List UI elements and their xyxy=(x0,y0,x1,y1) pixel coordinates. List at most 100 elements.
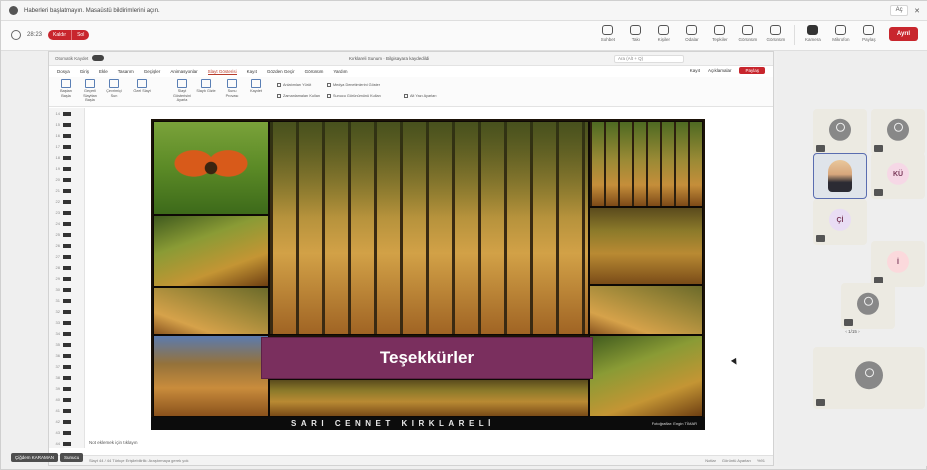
participant-tile-large[interactable] xyxy=(813,347,925,409)
slide-number: 34 xyxy=(55,331,60,336)
check-use-timings[interactable]: Zamanlamaları Kullan xyxy=(277,94,320,98)
participant-tile[interactable]: KÜ xyxy=(871,153,925,199)
ribbon-rehearse[interactable]: Sunu Provası xyxy=(221,79,243,98)
slide-thumbnail[interactable]: 33 xyxy=(49,317,84,328)
rooms-button[interactable]: Odalar xyxy=(678,23,706,42)
check-presenter-view[interactable]: Sunucu Görünümünü Kullan xyxy=(327,94,381,98)
ribbon-record[interactable]: Kaydet xyxy=(245,79,267,94)
record-tab-button[interactable]: Kayıt xyxy=(690,68,700,73)
notes-button[interactable]: Takı xyxy=(622,23,650,42)
chat-button[interactable]: Sohbet xyxy=(594,23,622,42)
tab-ekle[interactable]: Ekle xyxy=(99,69,108,74)
slide-thumbnail[interactable]: 41 xyxy=(49,405,84,416)
slide-thumbnails-panel[interactable]: 14 15 16 17 18 19 20 21 22 23 24 25 26 27 28 29 30 31 32 33… xyxy=(49,108,85,448)
participant-video-tile[interactable] xyxy=(813,153,867,199)
slide-thumbnail[interactable]: 31 xyxy=(49,295,84,306)
slide-thumbnail[interactable]: 44 xyxy=(49,438,84,449)
slide-thumbnail[interactable]: 15 xyxy=(49,119,84,130)
ribbon-present-online[interactable]: Çevrimiçi Sun xyxy=(103,79,125,98)
slide-thumbnail[interactable]: 25 xyxy=(49,229,84,240)
slide-thumbnail[interactable]: 30 xyxy=(49,284,84,295)
notes-toggle[interactable]: Notlar xyxy=(705,458,716,463)
leave-button[interactable]: Ayrıl xyxy=(888,27,918,41)
slide-thumbnail[interactable]: 20 xyxy=(49,174,84,185)
slide-canvas[interactable]: Teşekkürler SARI CENNET KIRKLARELİ Fotoğ… xyxy=(151,119,705,430)
subtitle-settings[interactable]: Alt Yazı Ayarları xyxy=(404,94,437,98)
ribbon-hide-slide[interactable]: Slaytı Gizle xyxy=(195,79,217,94)
search-input[interactable]: Ara (Alt + Q) xyxy=(614,55,684,63)
slide-thumbnail[interactable]: 24 xyxy=(49,218,84,229)
mic-button[interactable]: Mikrofon xyxy=(827,23,855,42)
recording-control[interactable]: Kaldır Sol xyxy=(48,30,90,40)
people-button[interactable]: Kişiler xyxy=(650,23,678,42)
notes-placeholder[interactable]: Not eklemek için tıklayın xyxy=(89,440,138,445)
view-button[interactable]: Görünüm xyxy=(734,23,762,42)
camera-button[interactable]: Kamera xyxy=(799,23,827,42)
tab-gecisler[interactable]: Geçişler xyxy=(144,69,161,74)
reactions-button[interactable]: Tepkiler xyxy=(706,23,734,42)
participant-tile[interactable] xyxy=(841,283,895,329)
recording-label-a[interactable]: Kaldır xyxy=(48,30,72,40)
participants-pager[interactable]: ‹ 1/15 › xyxy=(777,329,927,334)
participant-tile[interactable]: Çİ xyxy=(813,199,867,245)
slide-thumbnail[interactable]: 34 xyxy=(49,328,84,339)
slide-thumbnail[interactable]: 38 xyxy=(49,372,84,383)
tab-gorunum[interactable]: Görünüm xyxy=(305,69,324,74)
participant-tile[interactable]: İ xyxy=(871,241,925,287)
ribbon-from-current[interactable]: Geçerli Slayttan Başla xyxy=(79,79,101,103)
participant-tile[interactable] xyxy=(871,109,925,155)
tab-dosya[interactable]: Dosya xyxy=(57,69,70,74)
notification-open-button[interactable]: Aç xyxy=(890,5,909,16)
slide-caption: SARI CENNET KIRKLARELİ xyxy=(291,419,495,428)
autosave-toggle[interactable] xyxy=(92,55,105,61)
display-settings[interactable]: Görüntü Ayarları xyxy=(722,458,751,463)
ribbon-setup-show[interactable]: Slayt Gösterisini Ayarla xyxy=(171,79,193,103)
slide-thumbnail[interactable]: 37 xyxy=(49,361,84,372)
slide-thumbnail[interactable]: 18 xyxy=(49,152,84,163)
share-button[interactable]: Paylaş xyxy=(855,23,883,42)
tab-animasyonlar[interactable]: Animasyonlar xyxy=(170,69,197,74)
zoom-level[interactable]: %91 xyxy=(757,458,765,463)
tab-yardim[interactable]: Yardım xyxy=(333,69,347,74)
tab-slayt-gosterisi[interactable]: Slayt Gösterisi xyxy=(207,69,237,75)
play-current-icon xyxy=(85,79,95,88)
slide-thumbnail[interactable]: 29 xyxy=(49,273,84,284)
tab-kayit[interactable]: Kayıt xyxy=(247,69,257,74)
ribbon-custom-show[interactable]: Özel Slayt xyxy=(131,79,153,94)
tab-tasarim[interactable]: Tasarım xyxy=(118,69,134,74)
ribbon-from-beginning[interactable]: Baştan Başla xyxy=(55,79,77,98)
checkbox-icon xyxy=(327,83,331,87)
recording-label-b[interactable]: Sol xyxy=(71,30,90,40)
slide-thumbnail[interactable]: 40 xyxy=(49,394,84,405)
ribbon: Baştan Başla Geçerli Slayttan Başla Çevr… xyxy=(49,77,773,107)
autosave-control[interactable]: Otomatik Kaydet xyxy=(55,55,105,61)
slide-thumbnail-image xyxy=(63,386,71,391)
slide-thumbnail-image xyxy=(63,122,71,127)
close-icon[interactable]: ✕ xyxy=(914,7,920,15)
slide-thumbnail[interactable]: 35 xyxy=(49,339,84,350)
slide-thumbnail[interactable]: 27 xyxy=(49,251,84,262)
slide-thumbnail[interactable]: 14 xyxy=(49,108,84,119)
slide-thumbnail[interactable]: 28 xyxy=(49,262,84,273)
slide-thumbnail[interactable]: 17 xyxy=(49,141,84,152)
slide-thumbnail[interactable]: 26 xyxy=(49,240,84,251)
slide-thumbnail[interactable]: 21 xyxy=(49,185,84,196)
slide-thumbnail[interactable]: 16 xyxy=(49,130,84,141)
slide-thumbnail[interactable]: 42 xyxy=(49,416,84,427)
check-play-narrations[interactable]: Anlatımları Yürüt xyxy=(277,83,311,87)
slide-thumbnail[interactable]: 32 xyxy=(49,306,84,317)
participant-tile[interactable] xyxy=(813,109,867,155)
slide-thumbnail[interactable]: 43 xyxy=(49,427,84,438)
slide-thumbnail[interactable]: 36 xyxy=(49,350,84,361)
slide-thumbnail[interactable]: 23 xyxy=(49,207,84,218)
photo-forest-trunks xyxy=(589,121,703,207)
tab-gozden-gecir[interactable]: Gözden Geçir xyxy=(267,69,295,74)
comments-button[interactable]: Açıklamalar xyxy=(708,68,732,73)
ppt-share-button[interactable]: Paylaş xyxy=(739,67,765,74)
slide-thumbnail[interactable]: 22 xyxy=(49,196,84,207)
tab-giris[interactable]: Giriş xyxy=(80,69,89,74)
check-media-controls[interactable]: Medya Denetimlerini Göster xyxy=(327,83,380,87)
slide-thumbnail[interactable]: 39 xyxy=(49,383,84,394)
slide-thumbnail[interactable]: 19 xyxy=(49,163,84,174)
more-button[interactable]: Görünüm xyxy=(762,23,790,42)
